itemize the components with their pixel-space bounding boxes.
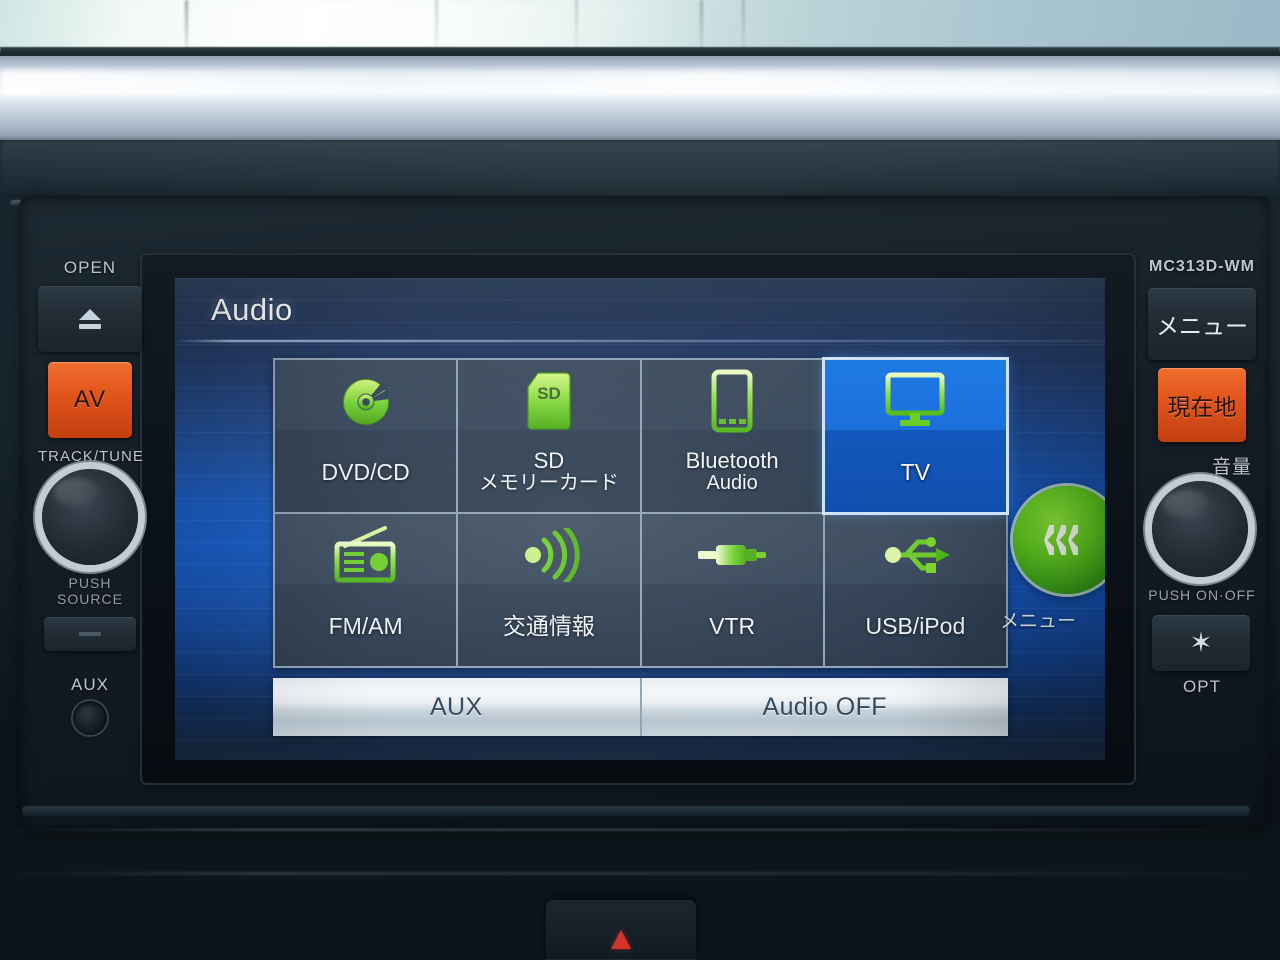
open-label: OPEN [63, 258, 117, 277]
left-control-column: OPEN AV TRACK/TUNE PUSH SOURCE AUX [38, 258, 144, 778]
usb-icon [825, 514, 1006, 592]
source-tile-label: FM/AM [328, 612, 403, 639]
push-source-label: PUSH SOURCE [57, 575, 123, 607]
bottom-button-bar: AUX Audio OFF [273, 678, 1008, 736]
opt-button[interactable]: ✶ [1152, 615, 1250, 671]
dashboard-chrome-trim [0, 56, 1280, 144]
hazard-triangle-icon [611, 930, 631, 949]
windshield-reflection [0, 0, 1280, 52]
dash-glyph-icon [79, 632, 101, 636]
av-button[interactable]: AV [48, 362, 132, 438]
model-label: MC313D-WM [1149, 258, 1255, 275]
opt-label: OPT [1183, 677, 1221, 696]
volume-knob[interactable] [1148, 481, 1252, 585]
car-interior-scene: Audio DVD/CD SD SD メモリーカード Bluetooth Aud… [0, 0, 1280, 960]
source-tile-tv[interactable]: TV [824, 360, 1006, 512]
source-tile-label: SD メモリーカード [478, 448, 619, 495]
audio-source-grid: DVD/CD SD SD メモリーカード Bluetooth Audio TV … [273, 358, 1008, 668]
track-tune-knob[interactable] [38, 469, 142, 573]
hazard-light-button[interactable] [546, 900, 696, 960]
disc-icon [275, 360, 456, 438]
source-tile-label: TV [900, 458, 931, 485]
source-tile-label: DVD/CD [321, 458, 410, 485]
av-plug-icon [642, 514, 823, 592]
volume-label: 音量 [1211, 457, 1252, 478]
current-location-label: 現在地 [1167, 394, 1237, 420]
audio-off-button-label: Audio OFF [762, 692, 887, 721]
radio-icon [275, 514, 456, 592]
title-divider [175, 340, 1105, 342]
smartphone-icon [642, 360, 823, 438]
page-title: Audio [211, 292, 293, 327]
source-tile-sd-memory-card[interactable]: SD SD メモリーカード [458, 360, 640, 512]
source-tile-dvd-cd[interactable]: DVD/CD [275, 360, 457, 512]
current-location-button[interactable]: 現在地 [1158, 368, 1246, 442]
menu-shortcut-label: メニュー [999, 611, 1076, 632]
dashboard-sheen [0, 140, 1280, 198]
head-unit-bottom-edge [22, 806, 1250, 816]
small-blank-button[interactable] [44, 617, 136, 651]
push-onoff-label: PUSH ON·OFF [1148, 587, 1256, 603]
source-tile-label: 交通情報 [502, 612, 595, 639]
eject-icon [79, 309, 101, 329]
source-tile-fm-am[interactable]: FM/AM [275, 514, 457, 666]
menu-shortcut-button[interactable] [1013, 486, 1105, 594]
sd-card-icon: SD [458, 360, 639, 438]
source-tile-vtr[interactable]: VTR [641, 514, 823, 666]
source-tile-label: USB/iPod [865, 612, 966, 639]
lcd-screen[interactable]: Audio DVD/CD SD SD メモリーカード Bluetooth Aud… [175, 278, 1105, 760]
menu-button[interactable]: メニュー [1148, 288, 1256, 360]
source-tile-bluetooth-audio[interactable]: Bluetooth Audio [641, 360, 823, 512]
source-tile-label: Bluetooth Audio [685, 448, 779, 495]
aux-jack-label: AUX [71, 675, 109, 694]
star-icon: ✶ [1189, 627, 1213, 658]
svg-text:SD: SD [537, 384, 561, 403]
monitor-icon [825, 360, 1006, 438]
double-chevron-left-icon [1044, 525, 1078, 555]
source-tile-label: VTR [709, 612, 756, 639]
broadcast-wave-icon [458, 514, 639, 592]
aux-input-jack[interactable] [73, 701, 107, 735]
eject-button[interactable] [38, 286, 142, 352]
audio-off-button[interactable]: Audio OFF [639, 678, 1008, 736]
source-tile-usb-ipod[interactable]: USB/iPod [824, 514, 1006, 666]
menu-button-label: メニュー [1156, 313, 1248, 339]
aux-button[interactable]: AUX [273, 678, 640, 736]
track-tune-label: TRACK/TUNE [38, 448, 144, 465]
aux-button-label: AUX [429, 692, 483, 721]
right-control-column: MC313D-WM メニュー 現在地 音量 PUSH ON·OFF ✶ OPT [1148, 258, 1256, 778]
source-tile-traffic-info[interactable]: 交通情報 [458, 514, 640, 666]
